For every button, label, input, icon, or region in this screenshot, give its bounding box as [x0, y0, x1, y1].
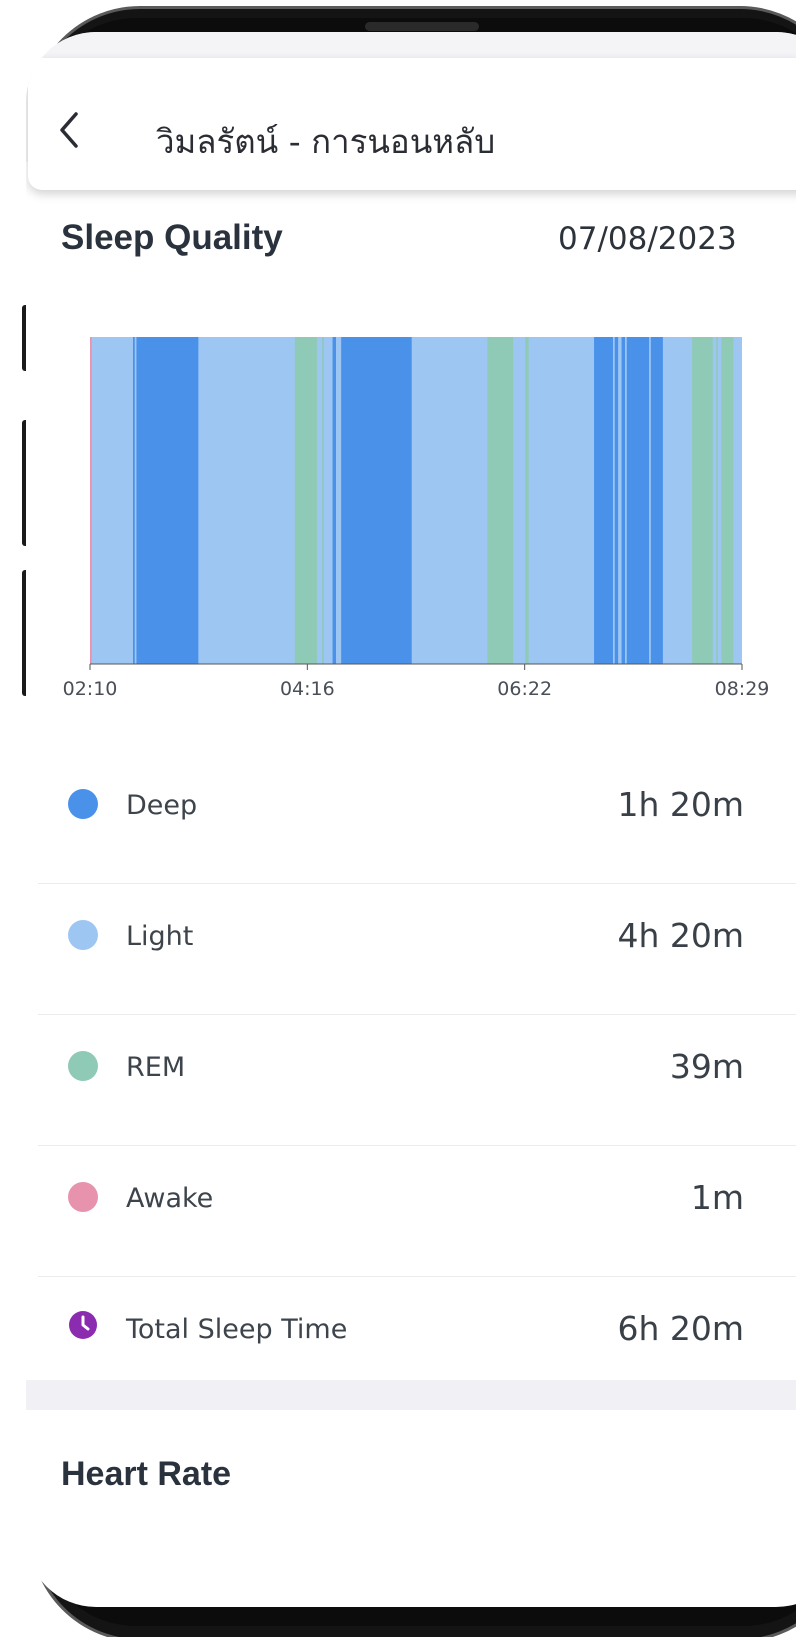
stage-row-light: Light 4h 20m — [38, 883, 796, 1015]
stage-duration: 1h 20m — [617, 785, 744, 824]
stage-duration: 4h 20m — [617, 916, 744, 955]
rem-segment — [716, 337, 718, 664]
stage-label: Total Sleep Time — [126, 1314, 348, 1345]
rem-segment — [721, 337, 734, 664]
stage-row-deep: Deep 1h 20m — [38, 752, 796, 884]
navigation-header: วิมลรัตน์ - การนอนหลับ — [28, 58, 796, 190]
deep-dot-icon — [68, 789, 98, 819]
earpiece-speaker — [365, 22, 479, 31]
deep-segment — [594, 337, 613, 664]
x-tick-label: 02:10 — [63, 678, 118, 700]
stage-row-rem: REM 39m — [38, 1014, 796, 1146]
stage-duration: 1m — [690, 1178, 744, 1217]
deep-segment — [614, 337, 619, 664]
rem-segment — [294, 337, 318, 664]
sleep-stage-chart: 02:10 04:16 06:22 08:29 — [63, 337, 770, 700]
deep-segment — [136, 337, 199, 664]
deep-segment — [332, 337, 337, 664]
rem-segment — [692, 337, 713, 664]
x-tick-label: 04:16 — [280, 678, 335, 700]
section-divider — [26, 1380, 796, 1410]
x-tick-label: 08:29 — [715, 678, 770, 700]
deep-segment — [626, 337, 650, 664]
clock-icon — [68, 1310, 98, 1340]
stage-label: Awake — [126, 1183, 214, 1214]
light-dot-icon — [68, 920, 98, 950]
x-tick-label: 06:22 — [497, 678, 552, 700]
awake-segment — [90, 337, 92, 664]
stage-duration: 6h 20m — [617, 1309, 744, 1348]
stage-row-awake: Awake 1m — [38, 1145, 796, 1277]
app-screen: วิมลรัตน์ - การนอนหลับ Sleep Quality 07/… — [26, 32, 796, 1607]
sleep-quality-title: Sleep Quality — [61, 218, 283, 257]
rem-dot-icon — [68, 1051, 98, 1081]
stage-label: REM — [126, 1052, 186, 1083]
stage-duration: 39m — [669, 1047, 744, 1086]
deep-segment — [621, 337, 626, 664]
deep-segment — [341, 337, 412, 664]
sleep-date[interactable]: 07/08/2023 — [558, 221, 737, 257]
rem-segment — [487, 337, 514, 664]
rem-segment — [322, 337, 324, 664]
awake-dot-icon — [68, 1182, 98, 1212]
stage-label: Light — [126, 921, 194, 952]
page-title: วิมลรัตน์ - การนอนหลับ — [156, 122, 496, 161]
device-frame: วิมลรัตน์ - การนอนหลับ Sleep Quality 07/… — [0, 0, 796, 1637]
heart-rate-title[interactable]: Heart Rate — [61, 1455, 231, 1494]
chevron-left-icon[interactable] — [54, 110, 88, 150]
deep-segment — [133, 337, 135, 664]
deep-segment — [650, 337, 663, 664]
stage-label: Deep — [126, 790, 198, 821]
rem-segment — [525, 337, 529, 664]
